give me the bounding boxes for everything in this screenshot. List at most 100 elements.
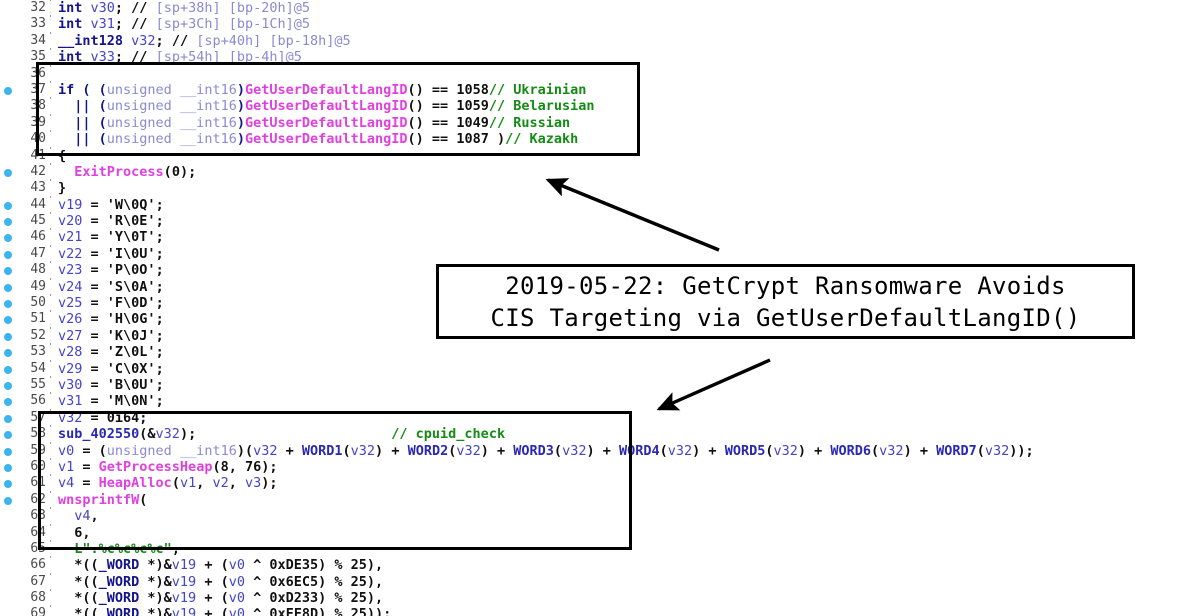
code-line-text: *((_WORD *)&v19 + (v0 ^ 0xDE35) % 25),: [55, 557, 1200, 573]
line-number: 56: [30, 393, 46, 409]
code-line-text: *((_WORD *)&v19 + (v0 ^ 0x6EC5) % 25),: [55, 574, 1200, 590]
code-token: 0xDE35: [269, 557, 319, 574]
code-line[interactable]: 63 v4,: [0, 507, 1200, 524]
code-token: v32: [155, 426, 180, 443]
code-token: v31: [58, 393, 83, 410]
code-token: +: [488, 442, 514, 459]
code-line[interactable]: 33 int v31; // [sp+3Ch] [bp-1Ch]@5: [0, 15, 1200, 32]
code-token: 1058: [456, 81, 489, 98]
code-token: || (: [58, 131, 107, 148]
line-number: 35: [30, 49, 46, 65]
line-number: 60: [30, 458, 46, 474]
breakpoint-dot-icon[interactable]: [4, 496, 12, 505]
code-token: 'Z\0L': [106, 344, 156, 361]
code-line[interactable]: 55 v30 = 'B\0U';: [0, 375, 1200, 393]
breakpoint-dot-icon[interactable]: [4, 431, 12, 440]
code-line[interactable]: 43}: [0, 179, 1200, 196]
code-token: //: [131, 49, 156, 66]
code-token: (: [976, 442, 985, 459]
code-token: ;: [155, 327, 164, 344]
code-line[interactable]: 62 wnsprintfW(: [0, 490, 1200, 508]
code-line-text: }: [55, 180, 1200, 196]
breakpoint-dot-icon[interactable]: [4, 463, 12, 472]
code-token: ): [480, 442, 489, 459]
code-token: + (: [196, 573, 229, 590]
code-token: (&: [139, 426, 156, 443]
code-token: 25: [350, 590, 367, 607]
code-token: *((: [58, 606, 99, 616]
code-token: GetUserDefaultLangID: [244, 98, 408, 115]
code-line[interactable]: 38 || (unsigned __int16)GetUserDefaultLa…: [0, 97, 1200, 115]
code-token: () ==: [407, 114, 457, 131]
code-token: _WORD: [98, 573, 140, 590]
code-line[interactable]: 32 int v30; // [sp+38h] [bp-20h]@5: [0, 0, 1200, 16]
code-token: ;: [114, 49, 132, 66]
code-line[interactable]: 42 ExitProcess(0);: [0, 162, 1200, 180]
breakpoint-dot-icon[interactable]: [4, 168, 12, 177]
code-line[interactable]: 34 __int128 v32; // [sp+40h] [bp-18h]@5: [0, 31, 1200, 49]
code-line[interactable]: 53 v28 = 'Z\0L';: [0, 343, 1200, 361]
code-line[interactable]: 36: [0, 64, 1200, 82]
line-number: 39: [30, 114, 46, 130]
code-line[interactable]: 41 {: [0, 146, 1200, 164]
breakpoint-dot-icon[interactable]: [4, 381, 12, 390]
code-token: v32: [667, 442, 693, 459]
code-line[interactable]: 45 v20 = 'R\0E';: [0, 212, 1200, 229]
code-line[interactable]: 66 *((_WORD *)&v19 + (v0 ^ 0xDE35) % 25)…: [0, 556, 1200, 573]
breakpoint-dot-icon[interactable]: [4, 332, 12, 341]
code-line[interactable]: 56 v31 = 'M\0N';: [0, 392, 1200, 410]
breakpoint-dot-icon[interactable]: [4, 201, 12, 210]
code-line-text: v4,: [55, 508, 1200, 524]
code-line[interactable]: 57 v32 = 0i64;: [0, 408, 1200, 426]
code-line[interactable]: 35 int v33; // [sp+54h] [bp-4h]@5: [0, 48, 1200, 65]
breakpoint-dot-icon[interactable]: [4, 365, 12, 374]
breakpoint-dot-icon[interactable]: [4, 234, 12, 243]
code-line[interactable]: 39 || (unsigned __int16)GetUserDefaultLa…: [0, 113, 1200, 131]
code-token: v19: [171, 590, 197, 607]
breakpoint-dot-icon[interactable]: [4, 300, 12, 309]
code-token: ),: [366, 557, 384, 574]
code-token: unsigned __int16: [106, 114, 237, 131]
breakpoint-dot-icon[interactable]: [4, 86, 12, 95]
code-line[interactable]: 59 v0 = (unsigned __int16)(v32 + WORD1(v3…: [0, 441, 1200, 459]
code-line[interactable]: 67 *((_WORD *)&v19 + (v0 ^ 0x6EC5) % 25)…: [0, 572, 1200, 590]
code-token: v32: [879, 442, 904, 459]
breakpoint-dot-icon[interactable]: [4, 480, 12, 489]
code-line[interactable]: 40 || (unsigned __int16)GetUserDefaultLa…: [0, 130, 1200, 148]
code-line-text: v21 = 'Y\0T';: [55, 229, 1200, 245]
code-token: ;: [155, 344, 164, 361]
breakpoint-dot-icon[interactable]: [4, 349, 12, 358]
code-token: 25: [350, 573, 367, 590]
code-token: WORD1: [301, 442, 343, 459]
line-number: 66: [30, 557, 46, 573]
code-line[interactable]: 61 v4 = HeapAlloc(v1, v2, v3);: [0, 474, 1200, 492]
code-token: =: [82, 327, 107, 344]
breakpoint-dot-icon[interactable]: [4, 267, 12, 276]
code-token: ,: [90, 508, 99, 525]
code-line[interactable]: 47 v22 = 'I\0U';: [0, 244, 1200, 262]
code-line[interactable]: 54 v29 = 'C\0X';: [0, 359, 1200, 377]
code-line[interactable]: 44 v19 = 'W\0Q';: [0, 195, 1200, 213]
code-token: v1: [179, 475, 197, 492]
code-line[interactable]: 64 6,: [0, 523, 1200, 541]
breakpoint-dot-icon[interactable]: [4, 398, 12, 407]
code-token: [sp+54h] [bp-4h]@5: [155, 49, 302, 66]
code-line[interactable]: 46 v21 = 'Y\0T';: [0, 228, 1200, 245]
code-line-text: int v33; // [sp+54h] [bp-4h]@5: [55, 49, 1200, 65]
code-line[interactable]: 37 if ( (unsigned __int16)GetUserDefaultL…: [0, 80, 1200, 98]
code-line[interactable]: 60 v1 = GetProcessHeap(8, 76);: [0, 457, 1200, 475]
breakpoint-dot-icon[interactable]: [4, 316, 12, 325]
breakpoint-dot-icon[interactable]: [4, 447, 12, 456]
code-line[interactable]: 65 L".%c%c%c%c",: [0, 539, 1200, 557]
breakpoint-dot-icon[interactable]: [4, 218, 12, 227]
breakpoint-dot-icon[interactable]: [4, 250, 12, 259]
code-line[interactable]: 58 sub_402550(&v32); // cpuid_check: [0, 425, 1200, 443]
code-token: =: [74, 475, 99, 492]
code-token: ;: [155, 295, 164, 312]
line-number: 42: [30, 163, 46, 179]
breakpoint-dot-icon[interactable]: [4, 283, 12, 292]
code-line[interactable]: 68 *((_WORD *)&v19 + (v0 ^ 0xD233) % 25)…: [0, 589, 1200, 607]
code-line[interactable]: 69 *((_WORD *)&v19 + (v0 ^ 0xFF8D) % 25)…: [0, 605, 1200, 616]
code-token: ),: [366, 590, 384, 607]
breakpoint-dot-icon[interactable]: [4, 414, 12, 423]
